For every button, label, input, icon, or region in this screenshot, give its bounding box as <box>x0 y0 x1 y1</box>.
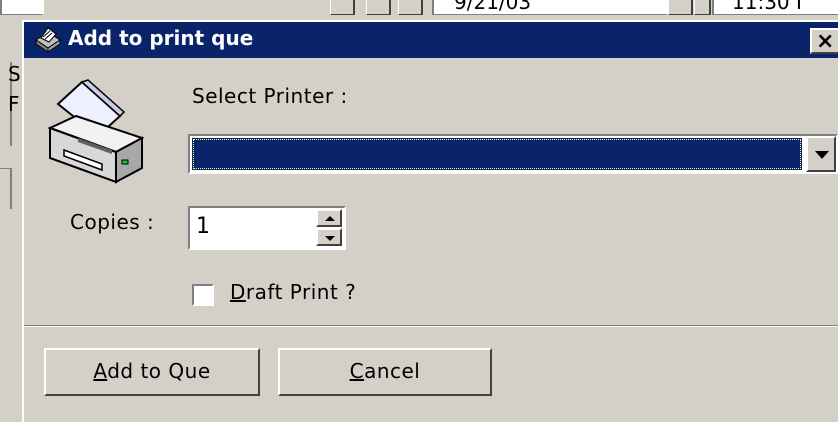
add-to-queue-label: dd to Que <box>107 359 211 383</box>
background-button <box>668 0 693 15</box>
copies-input[interactable]: 1 <box>196 214 210 239</box>
draft-print-checkbox[interactable] <box>192 284 214 306</box>
draft-print-label-text: raft Print ? <box>245 280 357 304</box>
background-letter: F <box>8 92 20 116</box>
background-date-cell: 9/21/03 <box>432 0 668 15</box>
add-to-queue-button[interactable]: Add to Que <box>44 348 260 396</box>
background-cell <box>0 0 44 15</box>
copies-increment-button[interactable] <box>316 209 342 227</box>
background-button <box>694 0 711 15</box>
arrow-down-icon <box>325 236 335 241</box>
chevron-down-icon <box>815 151 829 159</box>
background-left-panel <box>0 168 12 209</box>
draft-print-mnemonic: D <box>230 280 246 304</box>
title-bar[interactable]: Add to print que × <box>24 22 838 58</box>
cancel-button[interactable]: Cancel <box>278 348 492 396</box>
background-letter: S <box>8 62 21 86</box>
separator <box>24 325 838 327</box>
arrow-up-icon <box>325 216 335 221</box>
cancel-mnemonic: C <box>349 359 365 383</box>
copies-decrement-button[interactable] <box>316 228 342 246</box>
copies-label: Copies : <box>70 210 155 234</box>
printer-select-value <box>192 138 802 170</box>
select-printer-label: Select Printer : <box>192 84 348 108</box>
background-time-cell: 11:30 I <box>712 0 838 15</box>
copies-spinner[interactable]: 1 <box>188 206 346 250</box>
close-button[interactable]: × <box>810 28 838 54</box>
close-icon: × <box>816 29 835 54</box>
dialog-title: Add to print que <box>68 26 254 50</box>
cancel-label: ancel <box>364 359 421 383</box>
printer-small-icon <box>35 27 61 53</box>
background-date-text: 9/21/03 <box>454 0 532 14</box>
add-to-queue-mnemonic: A <box>93 359 108 383</box>
printer-dropdown-button[interactable] <box>806 136 836 172</box>
background-button <box>366 0 391 15</box>
background-button <box>398 0 423 15</box>
printer-icon <box>47 79 145 184</box>
draft-print-label[interactable]: Draft Print ? <box>230 280 356 304</box>
background-window-toolbar: 9/21/03 11:30 I <box>0 0 838 22</box>
printer-select[interactable] <box>188 134 838 174</box>
background-left-panel: S F <box>0 62 21 146</box>
background-time-text: 11:30 I <box>732 0 802 14</box>
background-button <box>330 0 355 15</box>
add-to-print-queue-dialog: Add to print que × Select Printer : Copi… <box>22 20 838 422</box>
